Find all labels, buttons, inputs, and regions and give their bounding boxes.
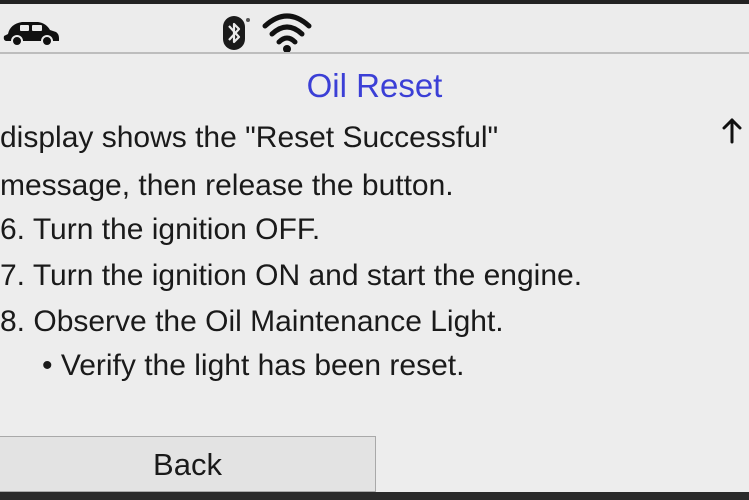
instruction-line: display shows the "Reset Successful" [0,121,499,154]
car-icon [3,22,59,46]
status-divider [0,52,749,54]
page-title: Oil Reset [306,67,443,104]
bluetooth-icon [223,16,250,50]
bottom-bezel [0,492,749,500]
instruction-line: • Verify the light has been reset. [42,349,465,382]
instruction-line: 8. Observe the Oil Maintenance Light. [0,305,504,338]
wifi-icon [262,13,312,53]
back-button[interactable]: Back [0,436,376,492]
scroll-up-arrow-icon[interactable] [718,116,746,146]
device-screen: Oil Reset display shows the "Reset Succe… [0,0,749,500]
instruction-line: message, then release the button. [0,169,454,202]
status-bar [0,4,749,54]
instruction-line: 7. Turn the ignition ON and start the en… [0,259,583,292]
instruction-line: 6. Turn the ignition OFF. [0,213,321,246]
